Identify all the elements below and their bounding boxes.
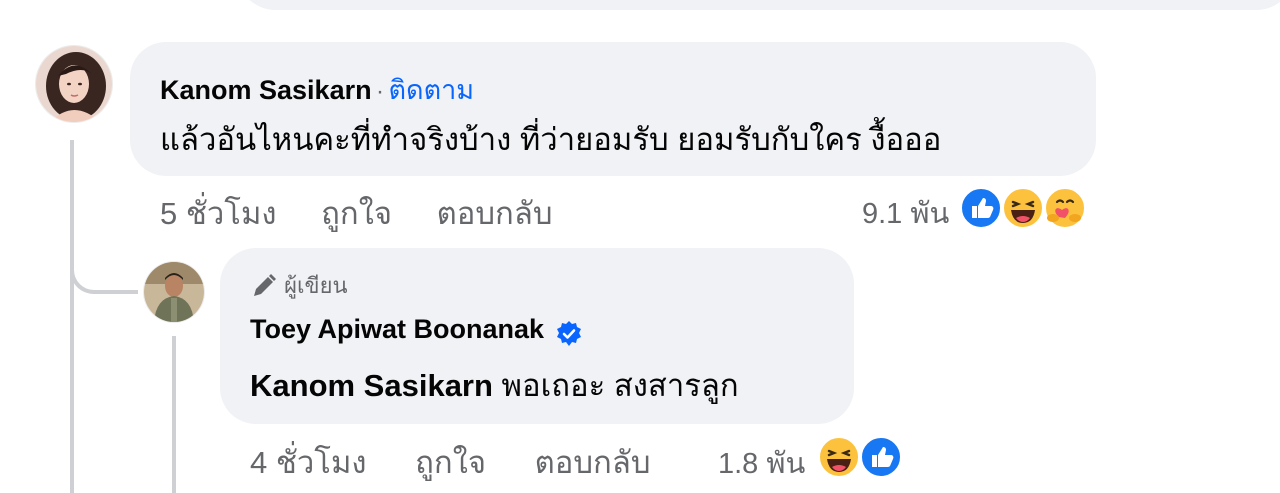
follow-button[interactable]: ติดตาม — [389, 75, 475, 105]
reply-connector — [70, 250, 138, 294]
mention-link[interactable]: Kanom Sasikarn — [250, 368, 493, 403]
avatar[interactable] — [144, 262, 204, 322]
reaction-count[interactable]: 1.8 พัน — [718, 440, 805, 486]
reply-time[interactable]: 4 ชั่วโมง — [250, 445, 367, 480]
thread-line-left — [70, 140, 74, 493]
reply-button[interactable]: ตอบกลับ — [437, 196, 553, 231]
pen-icon — [254, 273, 276, 296]
reply-text: Kanom Sasikarn พอเถอะ สงสารลูก — [250, 360, 739, 410]
thread-line-reply — [172, 336, 176, 493]
comment-bubble: Kanom Sasikarn · ติดตาม แล้วอันไหนคะที่ท… — [130, 42, 1096, 176]
haha-icon[interactable] — [1002, 187, 1044, 229]
comment-text: แล้วอันไหนคะที่ทำจริงบ้าง ที่ว่ายอมรับ ย… — [160, 122, 942, 157]
avatar-kanom-image — [36, 46, 112, 122]
comment-time[interactable]: 5 ชั่วโมง — [160, 196, 277, 231]
haha-icon[interactable] — [818, 436, 860, 478]
reply-meta: 4 ชั่วโมง ถูกใจ ตอบกลับ — [250, 437, 651, 487]
care-icon[interactable] — [1044, 187, 1086, 229]
reply-bubble: ผู้เขียน Toey Apiwat Boonanak Kanom Sasi… — [220, 248, 854, 424]
verified-badge-icon — [556, 320, 581, 346]
avatar[interactable] — [36, 46, 112, 122]
comment-author[interactable]: Kanom Sasikarn — [160, 75, 372, 105]
reply-button[interactable]: ตอบกลับ — [535, 445, 651, 480]
separator-dot: · — [376, 78, 385, 105]
comment-meta: 5 ชั่วโมง ถูกใจ ตอบกลับ — [160, 188, 553, 238]
reaction-count[interactable]: 9.1 พัน — [862, 190, 949, 236]
reply-text-body: พอเถอะ สงสารลูก — [492, 368, 739, 403]
avatar-toey-image — [144, 262, 204, 322]
author-badge-label: ผู้เขียน — [284, 273, 348, 298]
like-icon[interactable] — [960, 187, 1002, 229]
author-badge: ผู้เขียน — [250, 268, 348, 303]
like-button[interactable]: ถูกใจ — [415, 445, 486, 480]
like-icon[interactable] — [860, 436, 902, 478]
reply-author[interactable]: Toey Apiwat Boonanak — [250, 314, 544, 344]
like-button[interactable]: ถูกใจ — [321, 196, 392, 231]
previous-comment-bubble — [236, 0, 1280, 10]
